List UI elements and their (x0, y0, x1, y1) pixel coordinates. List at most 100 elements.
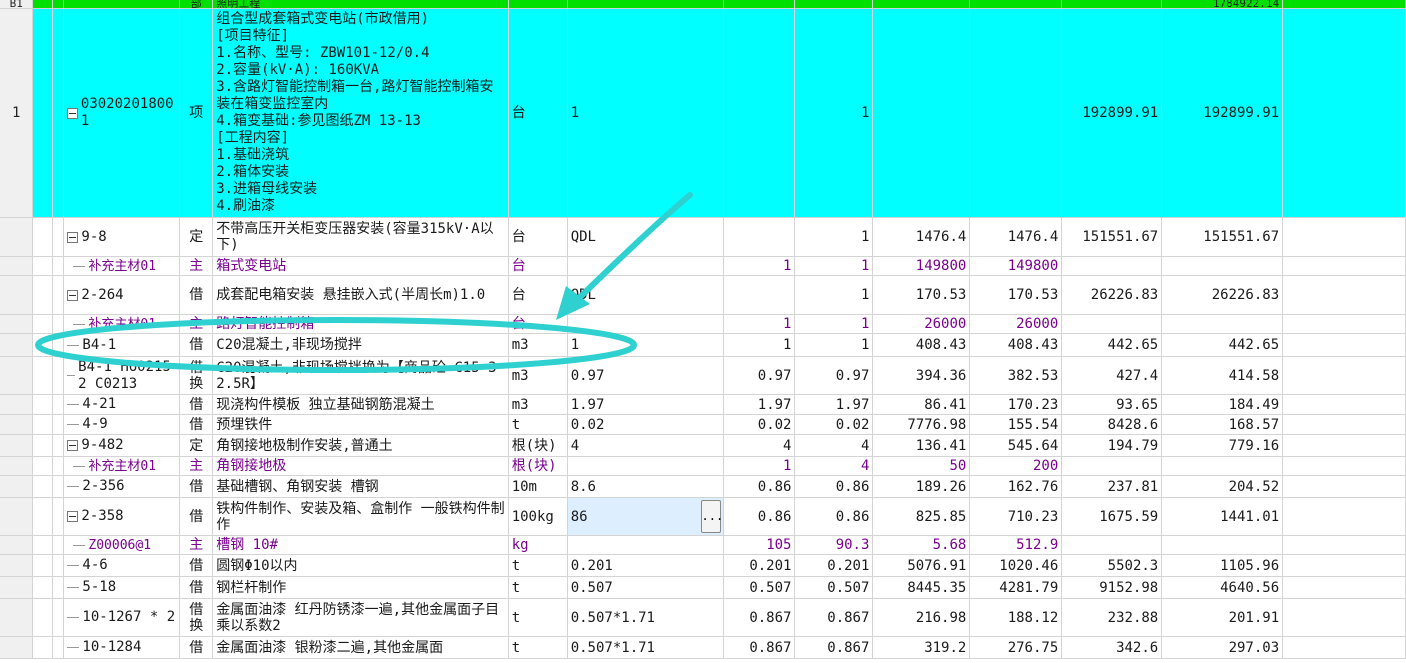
row-price-b[interactable]: 710.23 (969, 497, 1063, 536)
row-price-b[interactable]: 276.75 (969, 636, 1063, 659)
row-qty-a[interactable] (723, 275, 796, 315)
row-number[interactable] (0, 356, 34, 395)
row-qty-b[interactable]: 0.867 (794, 598, 874, 637)
row-code-cell[interactable]: 9-482 (63, 434, 181, 457)
row-type[interactable]: 借换 (179, 598, 214, 637)
row-total-a[interactable]: 442.65 (1061, 333, 1163, 357)
row-total-b[interactable]: 1441.01 (1161, 497, 1284, 536)
row-qty-a[interactable]: 1 (723, 333, 796, 357)
row-number[interactable] (0, 598, 34, 637)
row-number[interactable]: 1 (0, 8, 34, 218)
row-total-a[interactable]: 8428.6 (1061, 414, 1163, 435)
row-total-b[interactable]: 414.58 (1161, 356, 1284, 395)
collapse-icon[interactable] (67, 440, 79, 451)
row-qty-b[interactable]: 1 (794, 314, 874, 334)
row-qty-a[interactable]: 1 (723, 256, 796, 276)
row-name[interactable]: 金属面油漆 银粉漆二遍,其他金属面 (212, 636, 509, 659)
row-number[interactable] (0, 434, 34, 457)
row-qty-a[interactable]: 105 (723, 535, 796, 555)
row-number[interactable] (0, 394, 34, 415)
row-number[interactable] (0, 217, 34, 257)
row-type[interactable]: 主 (179, 314, 214, 334)
row-unit[interactable]: 根(块) (508, 434, 568, 457)
row-unit[interactable]: m3 (508, 394, 568, 415)
row-number[interactable] (0, 314, 34, 334)
row-price-b[interactable]: 188.12 (969, 598, 1063, 637)
row-number[interactable] (0, 414, 34, 435)
row-total-a[interactable]: 342.6 (1061, 636, 1163, 659)
row-name[interactable]: 基础槽钢、角钢安装 槽钢 (212, 475, 509, 498)
row-expression[interactable]: 0.97 (567, 356, 724, 395)
collapse-icon[interactable] (67, 511, 79, 522)
row-price-a[interactable]: 149800 (872, 256, 971, 276)
row-unit-price[interactable]: 192899.91 (1061, 8, 1163, 218)
row-price-a[interactable]: 5.68 (872, 535, 971, 555)
row-expression[interactable]: 0.507 (567, 576, 724, 599)
row-type[interactable]: 借 (179, 275, 214, 315)
row-price-b[interactable]: 382.53 (969, 356, 1063, 395)
row-price-a[interactable]: 26000 (872, 314, 971, 334)
row-type[interactable]: 部 (179, 0, 214, 9)
row-code-cell[interactable]: 10-1284 (63, 636, 181, 659)
row-price-a[interactable]: 1476.4 (872, 217, 971, 257)
row-name[interactable]: 角钢接地极 (212, 456, 509, 476)
row-name[interactable]: 现浇构件模板 独立基础钢筋混凝土 (212, 394, 509, 415)
row-type[interactable]: 借 (179, 497, 214, 536)
row-name[interactable]: 槽钢 10# (212, 535, 509, 555)
row-number[interactable]: B1 (0, 0, 34, 9)
row-expression[interactable]: QDL (567, 275, 724, 315)
row-expression[interactable]: 1 (567, 333, 724, 357)
row-total-a[interactable]: 232.88 (1061, 598, 1163, 637)
row-price-a[interactable]: 136.41 (872, 434, 971, 457)
row-qty-a[interactable]: 1.97 (723, 394, 796, 415)
row-expression[interactable]: 86... (567, 497, 724, 536)
row-code-cell[interactable]: 补充主材01 (63, 256, 181, 276)
row-type[interactable]: 定 (179, 217, 214, 257)
row-type[interactable]: 主 (179, 256, 214, 276)
row-total-b[interactable]: 151551.67 (1161, 217, 1284, 257)
row-price-a[interactable]: 8445.35 (872, 576, 971, 599)
row-number[interactable] (0, 456, 34, 476)
row-code-cell[interactable]: 2-264 (63, 275, 181, 315)
row-unit[interactable]: 台 (508, 8, 568, 218)
row-total-b[interactable]: 297.03 (1161, 636, 1284, 659)
row-qty-b[interactable]: 1 (794, 217, 874, 257)
row-code-cell[interactable]: 补充主材01 (63, 456, 181, 476)
row-total-a[interactable]: 1675.59 (1061, 497, 1163, 536)
row-qty-a[interactable]: 0.97 (723, 356, 796, 395)
row-code-cell[interactable]: 4-21 (63, 394, 181, 415)
row-unit[interactable]: t (508, 636, 568, 659)
row-price-a[interactable]: 394.36 (872, 356, 971, 395)
row-total-b[interactable]: 184.49 (1161, 394, 1284, 415)
row-price-a[interactable]: 189.26 (872, 475, 971, 498)
row-qty-b[interactable]: 4 (794, 456, 874, 476)
row-qty-b[interactable]: 0.02 (794, 414, 874, 435)
row-qty-b[interactable]: 4 (794, 434, 874, 457)
row-price-b[interactable]: 200 (969, 456, 1063, 476)
row-qty-b[interactable]: 0.86 (794, 497, 874, 536)
collapse-icon[interactable] (67, 107, 78, 119)
row-qty-a[interactable]: 1 (723, 314, 796, 334)
row-qty-a[interactable]: 0.201 (723, 554, 796, 577)
row-number[interactable] (0, 475, 34, 498)
row-name[interactable]: 圆钢Φ10以内 (212, 554, 509, 577)
row-price-a[interactable]: 825.85 (872, 497, 971, 536)
row-total-b[interactable]: 26226.83 (1161, 275, 1284, 315)
row-price-b[interactable]: 149800 (969, 256, 1063, 276)
row-expression[interactable]: 4 (567, 434, 724, 457)
row-description[interactable]: 组合型成套箱式变电站(市政借用) [项目特征] 1.名称、型号: ZBW101-… (212, 8, 509, 218)
row-name[interactable]: 钢栏杆制作 (212, 576, 509, 599)
row-qty-b[interactable]: 0.507 (794, 576, 874, 599)
row-number[interactable] (0, 636, 34, 659)
row-qty-b[interactable]: 1 (794, 333, 874, 357)
row-total-b[interactable] (1161, 456, 1284, 476)
row-price-a[interactable]: 170.53 (872, 275, 971, 315)
row-code-cell[interactable]: 10-1267 * 2 (63, 598, 181, 637)
row-code-cell[interactable]: 030202018001 (63, 8, 181, 218)
row-total-b[interactable]: 4640.56 (1161, 576, 1284, 599)
row-type[interactable]: 借 (179, 394, 214, 415)
row-price-b[interactable]: 1020.46 (969, 554, 1063, 577)
collapse-icon[interactable] (67, 289, 79, 301)
row-expression[interactable]: 0.507*1.71 (567, 598, 724, 637)
row-qty-b[interactable]: 0.867 (794, 636, 874, 659)
